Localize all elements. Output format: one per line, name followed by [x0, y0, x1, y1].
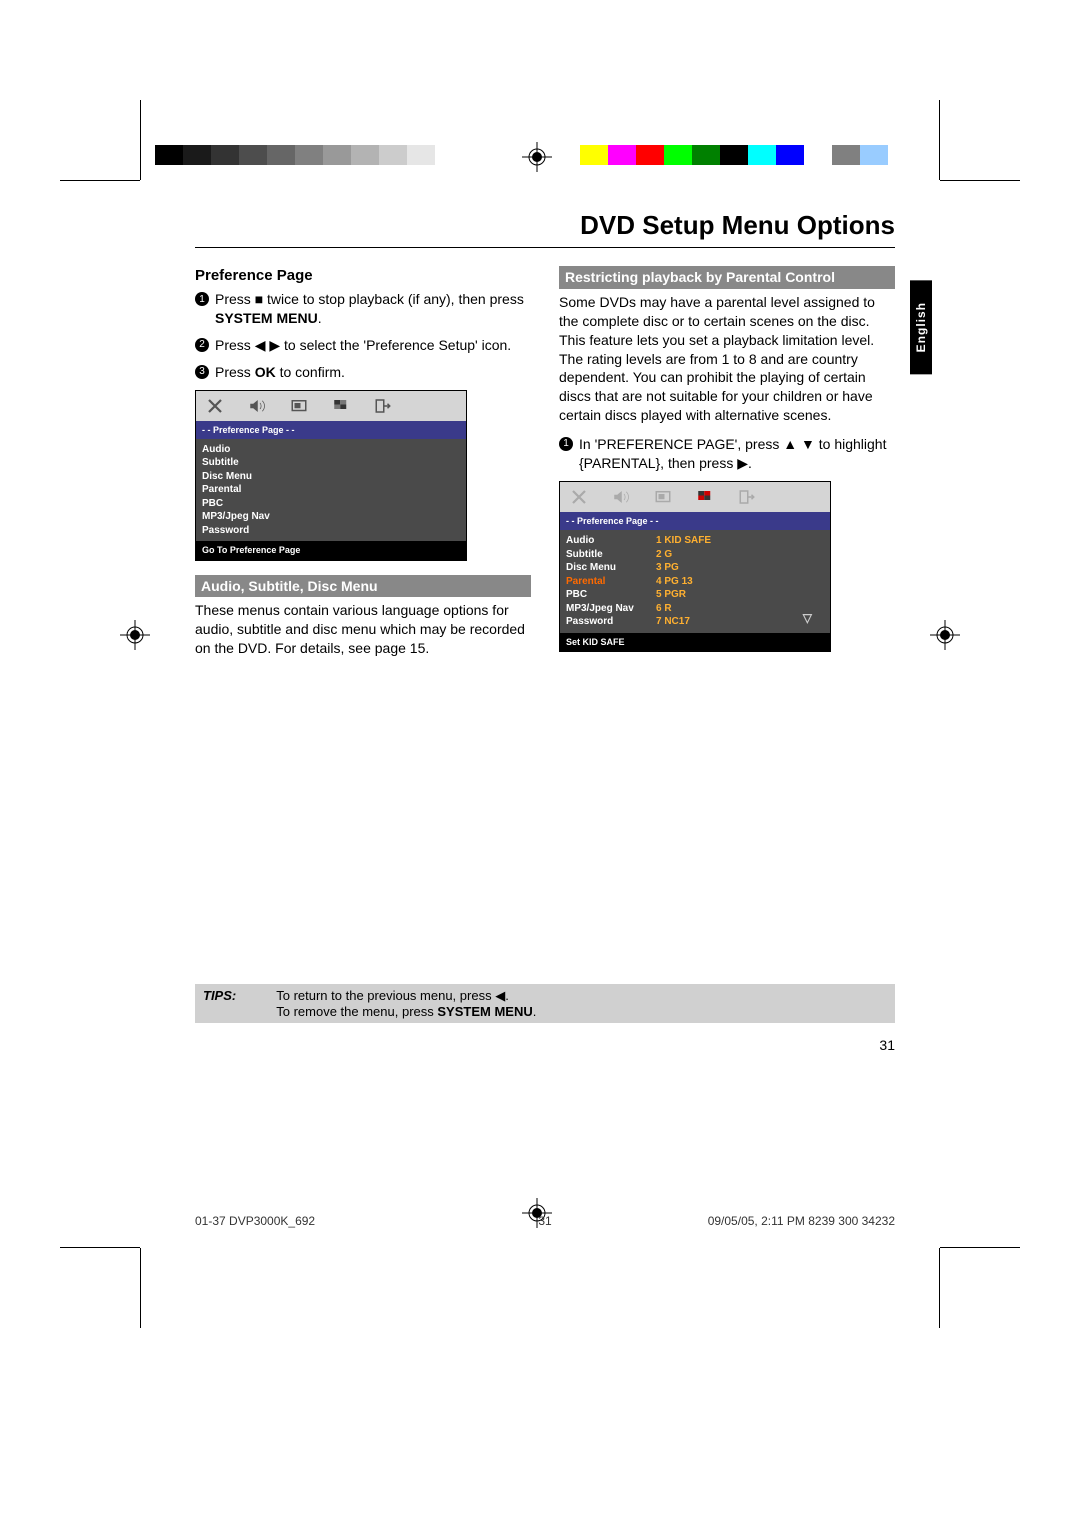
- crop-mark: [940, 180, 1020, 181]
- down-arrow-icon: ▼: [801, 436, 815, 452]
- step-text: Press ■ twice to stop playback (if any),…: [215, 290, 531, 328]
- up-arrow-icon: ▲: [783, 436, 797, 452]
- left-arrow-icon: ◀: [495, 988, 505, 1003]
- paragraph: These menus contain various language opt…: [195, 601, 531, 658]
- crop-mark: [940, 1247, 1020, 1248]
- osd-menu-list: AudioSubtitleDisc MenuParentalPBCMP3/Jpe…: [196, 439, 466, 542]
- tools-icon: [568, 488, 590, 506]
- footer-page: 31: [538, 1214, 551, 1228]
- step-2: 2 Press ◀ ▶ to select the 'Preference Se…: [195, 336, 531, 355]
- page-content: DVD Setup Menu Options Preference Page 1…: [195, 210, 895, 1053]
- step-number-icon: 1: [559, 437, 573, 451]
- osd-preference-page: - - Preference Page - - AudioSubtitleDis…: [195, 390, 467, 561]
- tips-bar: TIPS: To return to the previous menu, pr…: [195, 984, 895, 1023]
- tools-icon: [204, 397, 226, 415]
- tv-icon: [288, 397, 310, 415]
- step-text: Press ◀ ▶ to select the 'Preference Setu…: [215, 336, 531, 355]
- right-arrow-icon: ▶: [737, 455, 748, 471]
- step-1: 1 In 'PREFERENCE PAGE', press ▲ ▼ to hig…: [559, 435, 895, 473]
- flag-icon: [694, 488, 716, 506]
- exit-icon: [736, 488, 758, 506]
- cmyk-colorbar: [580, 145, 888, 165]
- crop-mark: [140, 1248, 141, 1328]
- registration-target-icon: [120, 620, 150, 650]
- step-number-icon: 2: [195, 338, 209, 352]
- crop-mark: [939, 1248, 940, 1328]
- step-text: In 'PREFERENCE PAGE', press ▲ ▼ to highl…: [579, 435, 895, 473]
- speaker-icon: [610, 488, 632, 506]
- osd-footer: Go To Preference Page: [196, 541, 466, 559]
- heading-parental-control: Restricting playback by Parental Control: [559, 266, 895, 289]
- heading-audio-subtitle: Audio, Subtitle, Disc Menu: [195, 575, 531, 598]
- osd-banner: - - Preference Page - -: [560, 512, 830, 530]
- grayscale-colorbar: [155, 145, 463, 165]
- step-1: 1 Press ■ twice to stop playback (if any…: [195, 290, 531, 328]
- right-column: Restricting playback by Parental Control…: [559, 266, 895, 664]
- registration-target-icon: [930, 620, 960, 650]
- flag-icon: [330, 397, 352, 415]
- footer-right: 09/05/05, 2:11 PM 8239 300 34232: [708, 1214, 895, 1228]
- right-arrow-icon: ▶: [269, 337, 280, 353]
- crop-mark: [140, 100, 141, 180]
- footer-filename: 01-37 DVP3000K_692: [195, 1214, 315, 1228]
- language-tab: English: [910, 280, 932, 374]
- osd-icon-row: [560, 482, 830, 512]
- osd-parental-page: - - Preference Page - - Audio1 KID SAFES…: [559, 481, 831, 652]
- heading-preference-page: Preference Page: [195, 266, 531, 286]
- crop-mark: [60, 1247, 140, 1248]
- crop-mark: [60, 180, 140, 181]
- left-arrow-icon: ◀: [255, 337, 266, 353]
- tips-label: TIPS:: [203, 988, 236, 1019]
- tips-text: To return to the previous menu, press ◀.…: [276, 988, 536, 1019]
- step-text: Press OK to confirm.: [215, 363, 531, 382]
- page-title: DVD Setup Menu Options: [195, 210, 895, 248]
- stop-icon: ■: [255, 291, 263, 307]
- exit-icon: [372, 397, 394, 415]
- step-number-icon: 3: [195, 365, 209, 379]
- speaker-icon: [246, 397, 268, 415]
- left-column: Preference Page 1 Press ■ twice to stop …: [195, 266, 531, 664]
- registration-target-icon: [522, 142, 552, 172]
- crop-mark: [939, 100, 940, 180]
- osd-menu-list: Audio1 KID SAFESubtitle2 GDisc Menu3 PGP…: [560, 530, 830, 633]
- print-footer: 01-37 DVP3000K_692 31 09/05/05, 2:11 PM …: [195, 1214, 895, 1228]
- step-number-icon: 1: [195, 292, 209, 306]
- osd-icon-row: [196, 391, 466, 421]
- tv-icon: [652, 488, 674, 506]
- osd-banner: - - Preference Page - -: [196, 421, 466, 439]
- paragraph: Some DVDs may have a parental level assi…: [559, 293, 895, 425]
- step-3: 3 Press OK to confirm.: [195, 363, 531, 382]
- osd-footer: Set KID SAFE: [560, 633, 830, 651]
- page-number: 31: [195, 1037, 895, 1053]
